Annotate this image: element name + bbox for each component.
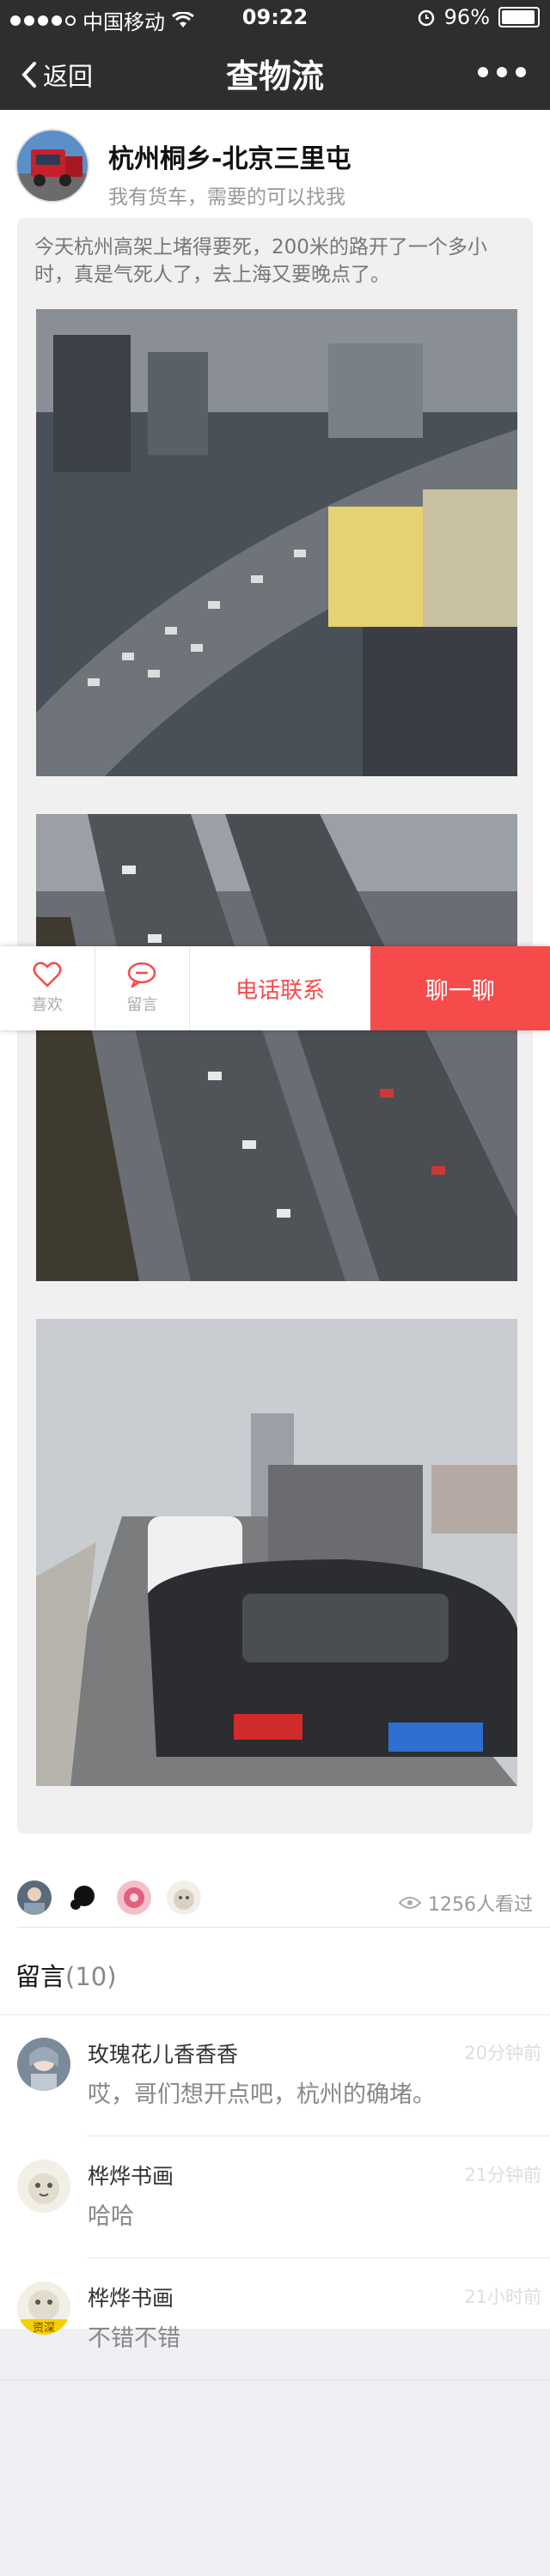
liker-avatar[interactable] (117, 1880, 151, 1915)
likers-row (17, 1880, 201, 1915)
comments-header: 留言(10) (15, 1957, 117, 1993)
user-avatar-icon (117, 1880, 151, 1915)
senior-badge: 资深 (33, 2322, 55, 2335)
action-bar: 喜欢 留言 电话联系 聊一聊 (0, 946, 550, 1030)
battery-icon (498, 7, 540, 27)
traffic-photo-icon (36, 309, 517, 776)
more-options-button[interactable] (478, 67, 526, 77)
divider (17, 1927, 550, 1928)
comment-button[interactable]: 留言 (95, 946, 191, 1030)
commenter-name[interactable]: 桦烨书画 (88, 2160, 174, 2190)
comments-title: 留言 (15, 1962, 66, 1991)
comment-time: 21小时前 (464, 2287, 541, 2307)
page-title: 查物流 (225, 58, 324, 95)
user-avatar-icon (17, 2038, 70, 2091)
phone-contact-button[interactable]: 电话联系 (190, 946, 370, 1030)
author-subtitle: 我有货车，需要的可以找我 (108, 186, 345, 209)
comment-item: 玫瑰花儿香香香 20分钟前 哎，哥们想开点吧，杭州的确堵。 (0, 2015, 550, 2136)
user-avatar-icon (67, 1880, 101, 1915)
post-detail: 杭州桐乡-北京三里屯 我有货车，需要的可以找我 今天杭州高架上堵得要死，200米… (0, 110, 550, 2380)
liker-avatar[interactable] (167, 1880, 201, 1915)
comments-count: (10) (65, 1962, 117, 1991)
author-header: 杭州桐乡-北京三里屯 我有货车，需要的可以找我 (15, 129, 351, 210)
post-photo-3[interactable] (36, 1319, 517, 1786)
author-info: 杭州桐乡-北京三里屯 我有货车，需要的可以找我 (108, 129, 351, 210)
comment-label: 留言 (126, 996, 158, 1014)
post-photo-2[interactable] (36, 814, 517, 1281)
like-label: 喜欢 (31, 996, 63, 1014)
view-count-label: 1256人看过 (428, 1894, 533, 1916)
battery-percent: 96% (443, 5, 490, 29)
author-avatar[interactable] (15, 129, 89, 203)
traffic-photo-icon (36, 1319, 517, 1786)
user-avatar-icon (167, 1880, 201, 1915)
status-right: 96% (417, 5, 540, 29)
author-name[interactable]: 杭州桐乡-北京三里屯 (108, 137, 351, 175)
comment-time: 20分钟前 (464, 2043, 541, 2063)
post-text: 今天杭州高架上堵得要死，200米的路开了一个多小时，真是气死人了，去上海又要晚点… (34, 236, 487, 286)
more-dot-icon (478, 67, 488, 77)
commenter-avatar[interactable] (17, 2160, 70, 2213)
commenter-avatar[interactable] (17, 2038, 70, 2091)
comment-text: 哎，哥们想开点吧，杭州的确堵。 (88, 2081, 436, 2108)
eye-icon (399, 1897, 421, 1909)
truck-avatar-icon (17, 131, 88, 201)
divider (0, 2379, 550, 2380)
commenter-avatar[interactable]: 资深 (17, 2281, 70, 2335)
navigation-bar: 返回 查物流 (0, 36, 550, 110)
heart-icon (33, 962, 62, 987)
liker-avatar[interactable] (17, 1880, 52, 1915)
comment-item: 资深 桦烨书画 21小时前 不错不错 (0, 2259, 550, 2379)
traffic-photo-icon (36, 814, 517, 1281)
commenter-name[interactable]: 桦烨书画 (88, 2281, 174, 2312)
divider (88, 2257, 550, 2258)
alarm-clock-icon (418, 9, 434, 27)
user-avatar-icon (17, 2160, 70, 2213)
more-dot-icon (516, 67, 526, 77)
comment-item: 桦烨书画 21分钟前 哈哈 (0, 2137, 550, 2257)
like-button[interactable]: 喜欢 (0, 946, 95, 1030)
comment-text: 哈哈 (88, 2203, 134, 2230)
user-avatar-icon: 资深 (17, 2281, 70, 2335)
user-avatar-icon (17, 1880, 52, 1915)
liker-avatar[interactable] (67, 1880, 101, 1915)
view-count: 1256人看过 (399, 1889, 533, 1917)
comment-text: 不错不错 (88, 2325, 180, 2352)
more-dot-icon (497, 67, 507, 77)
comment-bubble-icon (128, 962, 156, 987)
comment-time: 21分钟前 (464, 2165, 541, 2185)
commenter-name[interactable]: 玫瑰花儿香香香 (88, 2038, 238, 2069)
post-photo-1[interactable] (36, 309, 517, 776)
status-bar: 中国移动 09:22 96% (0, 0, 550, 36)
chat-button[interactable]: 聊一聊 (370, 946, 550, 1030)
